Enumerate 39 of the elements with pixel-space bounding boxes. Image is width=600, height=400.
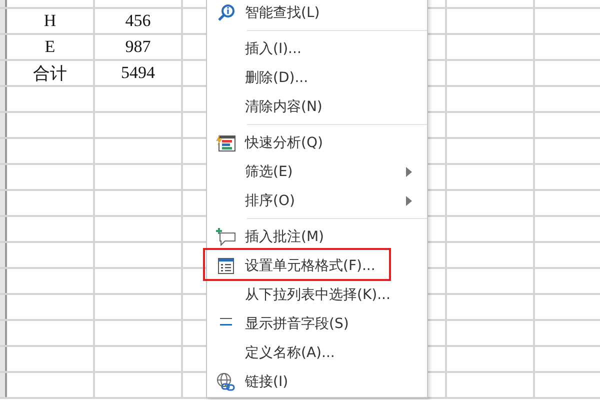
- table-cell: 5494: [121, 63, 155, 83]
- row-header[interactable]: [0, 373, 7, 397]
- row-header[interactable]: [0, 269, 7, 293]
- row-header[interactable]: [0, 217, 7, 241]
- row-header[interactable]: [0, 347, 7, 371]
- row-header[interactable]: [0, 87, 7, 111]
- menu-item[interactable]: 插入(I)...: [207, 34, 427, 63]
- row-header[interactable]: [0, 295, 7, 319]
- globe-link-icon: [216, 372, 236, 392]
- row-header[interactable]: [0, 243, 7, 267]
- comment-icon: [216, 228, 236, 246]
- menu-item[interactable]: 快速分析(Q): [207, 128, 427, 157]
- row-header[interactable]: [0, 165, 7, 189]
- menu-item[interactable]: 显示拼音字段(S): [207, 309, 427, 338]
- table-cell: 456: [125, 11, 151, 31]
- search-icon: [217, 4, 235, 22]
- row-header[interactable]: [0, 9, 7, 33]
- table-cell: H: [44, 11, 56, 31]
- menu-item[interactable]: 设置单元格格式(F)...: [207, 251, 427, 280]
- menu-item[interactable]: 从下拉列表中选择(K)...: [207, 280, 427, 309]
- row-header[interactable]: [0, 191, 7, 215]
- row-header[interactable]: [0, 113, 7, 137]
- row-header[interactable]: [0, 139, 7, 163]
- menu-item[interactable]: 链接(I): [207, 367, 427, 396]
- menu-item[interactable]: 插入批注(M): [207, 222, 427, 251]
- list-icon: [217, 256, 235, 274]
- quick-analysis-icon: [216, 134, 236, 152]
- menu-item[interactable]: 智能查找(L): [207, 0, 427, 27]
- row-header[interactable]: [0, 321, 7, 345]
- table-cell: 987: [125, 37, 151, 57]
- row-header[interactable]: [0, 61, 7, 85]
- menu-item[interactable]: 排序(O): [207, 186, 427, 215]
- menu-item[interactable]: 筛选(E): [207, 157, 427, 186]
- menu-item[interactable]: 定义名称(A)...: [207, 338, 427, 367]
- table-cell: E: [44, 37, 56, 57]
- menu-item[interactable]: 删除(D)...: [207, 63, 427, 92]
- menu-item[interactable]: 清除内容(N): [207, 92, 427, 121]
- table-cell-text: 合计: [33, 62, 67, 84]
- row-header[interactable]: [0, 35, 7, 59]
